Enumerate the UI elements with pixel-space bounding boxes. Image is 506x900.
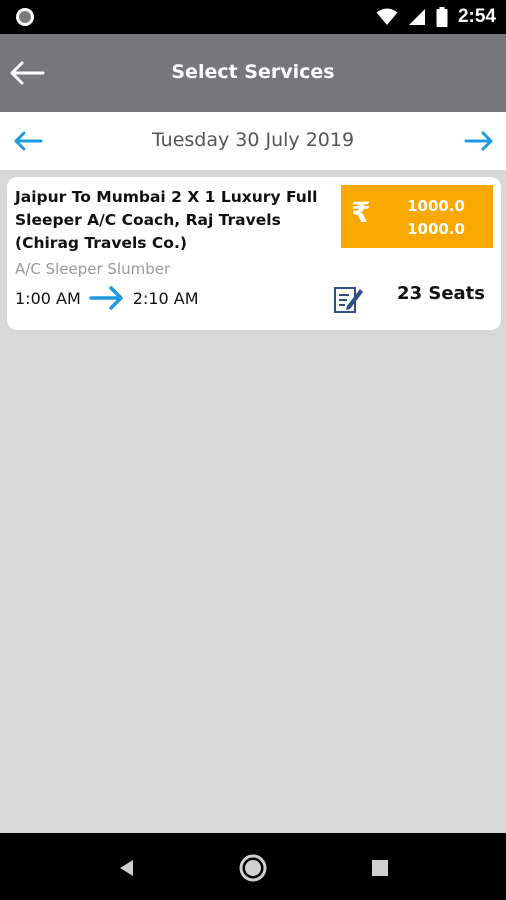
- nav-home-button[interactable]: [236, 851, 270, 885]
- system-nav-bar: [0, 833, 506, 900]
- bus-type: A/C Sleeper Slumber: [15, 260, 171, 278]
- departure-time: 1:00 AM: [15, 288, 81, 308]
- signal-icon: [408, 8, 426, 26]
- notification-dot-icon: [16, 8, 34, 26]
- nav-recents-button[interactable]: [363, 851, 397, 885]
- status-bar: 2:54: [0, 0, 506, 34]
- arrow-right-icon: [89, 286, 123, 310]
- arrival-time: 2:10 AM: [132, 288, 199, 308]
- fare-value: 1000.0: [407, 197, 465, 215]
- status-icons: 2:54: [376, 0, 496, 34]
- page-title: Select Services: [171, 61, 335, 83]
- back-triangle-icon: [120, 860, 133, 876]
- fare-box: ₹ 1000.0 1000.0: [341, 185, 493, 248]
- service-card[interactable]: Jaipur To Mumbai 2 X 1 Luxury Full Sleep…: [7, 177, 501, 330]
- rupee-icon: ₹: [351, 196, 371, 229]
- available-seats: 23 Seats: [397, 283, 485, 304]
- wifi-icon: [376, 8, 398, 26]
- status-time: 2:54: [457, 6, 496, 27]
- service-name: Jaipur To Mumbai 2 X 1 Luxury Full Sleep…: [15, 188, 318, 252]
- home-circle-icon: [239, 854, 267, 882]
- notes-edit-icon[interactable]: [333, 284, 365, 314]
- date-bar: Tuesday 30 July 2019: [0, 112, 506, 170]
- next-date-button[interactable]: [462, 126, 496, 156]
- fare-value: 1000.0: [407, 220, 465, 238]
- battery-icon: [436, 7, 448, 27]
- app-bar: Select Services: [0, 34, 506, 112]
- nav-back-button[interactable]: [110, 851, 144, 885]
- recents-square-icon: [372, 860, 388, 876]
- arrow-right-icon: [464, 131, 493, 151]
- journey-times: 1:00 AM 2:10 AM: [15, 286, 199, 310]
- selected-date: Tuesday 30 July 2019: [151, 129, 355, 151]
